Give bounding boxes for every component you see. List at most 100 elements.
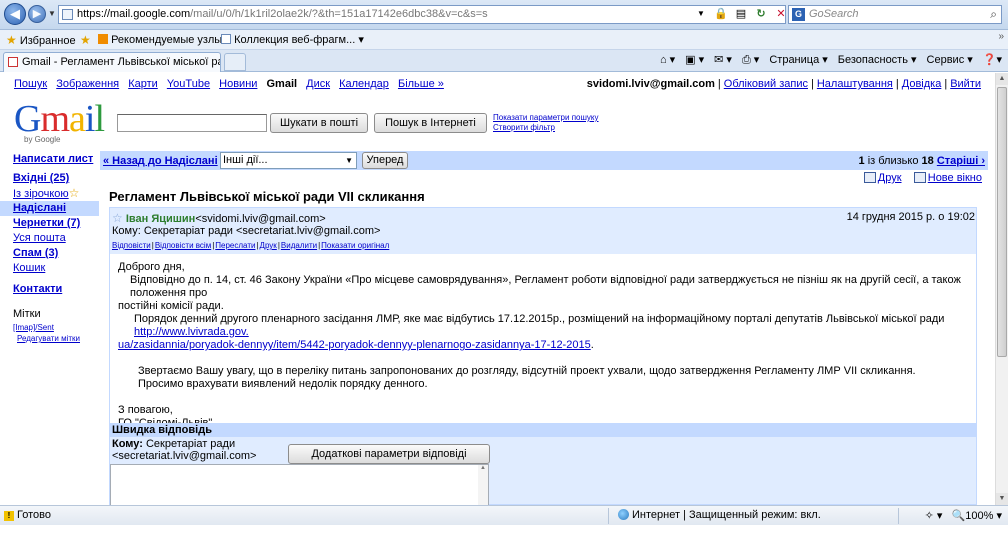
lvivrada-link[interactable]: http://www.lvivrada.gov.: [134, 326, 249, 338]
url-path: /mail/u/0/h/1k1ril2olae2k/?&th=151a17142…: [190, 8, 488, 20]
tools-menu[interactable]: Сервис ▾: [927, 53, 973, 67]
url-dropdown-icon[interactable]: ▼: [694, 6, 708, 22]
gbar-more[interactable]: Більше »: [398, 78, 444, 90]
fav-item-webslices[interactable]: Коллекция веб-фрагм... ▾: [221, 33, 364, 46]
home-icon[interactable]: ⌂ ▾: [660, 53, 675, 67]
favorites-star-icon: ★: [6, 33, 17, 47]
search-options: Показати параметри пошуку Створити фільт…: [493, 113, 599, 133]
sidebar-item-inbox[interactable]: Вхідні (25): [13, 171, 99, 186]
create-filter-link[interactable]: Створити фільтр: [493, 123, 599, 133]
stop-icon[interactable]: ✕: [774, 6, 788, 22]
sidebar-item-drafts[interactable]: Чернетки (7): [13, 216, 99, 231]
back-arrow-icon[interactable]: ◀: [4, 3, 26, 25]
help-link[interactable]: Довідка: [902, 78, 942, 90]
page-menu[interactable]: Страница ▾: [769, 53, 827, 67]
gbar-maps[interactable]: Карти: [128, 78, 158, 90]
security-menu[interactable]: Безопасность ▾: [838, 53, 917, 67]
history-dropdown-icon[interactable]: ▼: [48, 9, 56, 18]
refresh-icon[interactable]: ↻: [754, 6, 768, 22]
compose-link[interactable]: Написати лист: [13, 152, 99, 167]
message-header: ☆ Іван Яцишин<svidomi.lviv@gmail.com> 14…: [110, 208, 976, 254]
account-link[interactable]: Обліковий запис: [724, 78, 808, 90]
message-actions: Відповісти|Відповісти всім|Переслати|Дру…: [112, 241, 390, 250]
print-message-link[interactable]: Друк: [260, 241, 277, 250]
search-icon[interactable]: ⌕: [990, 6, 997, 23]
url-tools: ▼ 🔒 ▤ ↻ ✕: [694, 6, 788, 22]
more-reply-options-button[interactable]: Додаткові параметри відповіді: [288, 444, 490, 464]
tab-title: Gmail - Регламент Львівської міської рад…: [22, 56, 220, 68]
status-ready: ! Готово: [4, 509, 51, 521]
message-from: ☆ Іван Яцишин<svidomi.lviv@gmail.com>: [112, 211, 326, 225]
quick-reply-to: Кому: Секретаріат ради <secretariat.lviv…: [112, 438, 257, 462]
fav-item-suggested[interactable]: Рекомендуемые узлы ▾: [98, 33, 231, 46]
more-favorites-icon[interactable]: »: [998, 31, 1004, 42]
page-icon: [62, 9, 73, 20]
tab-bar: Gmail - Регламент Львівської міської рад…: [0, 50, 1008, 72]
sidebar-item-trash[interactable]: Кошик: [13, 261, 99, 276]
gbar-search[interactable]: Пошук: [14, 78, 47, 90]
older-link[interactable]: Старіші ›: [937, 155, 985, 167]
scroll-up-icon[interactable]: ▲: [996, 73, 1008, 85]
sender-email: <svidomi.lviv@gmail.com>: [195, 213, 326, 225]
gbar-images[interactable]: Зображення: [56, 78, 119, 90]
gbar-drive[interactable]: Диск: [306, 78, 330, 90]
url-field[interactable]: https://mail.google.com/mail/u/0/h/1k1ri…: [58, 5, 786, 24]
show-original-link[interactable]: Показати оригінал: [321, 241, 389, 250]
browser-search-input[interactable]: G GoSearch ⌕: [788, 5, 1002, 24]
quick-reply: Швидка відповідь Кому: Секретаріат ради …: [109, 423, 977, 505]
message-card: ☆ Іван Яцишин<svidomi.lviv@gmail.com> 14…: [109, 207, 977, 429]
scroll-thumb[interactable]: [997, 87, 1007, 357]
help-icon[interactable]: ❓▾: [983, 53, 1002, 67]
gmail-logo[interactable]: Gmail by Google: [14, 99, 110, 144]
forward-link[interactable]: Переслати: [215, 241, 255, 250]
mail-search-input[interactable]: [117, 114, 267, 132]
new-window-icon: [913, 172, 926, 183]
more-actions-select[interactable]: Інші дії... ▼: [220, 152, 357, 169]
gbar-calendar[interactable]: Календар: [339, 78, 389, 90]
forward-go-button[interactable]: Уперед: [362, 152, 408, 169]
print-icon[interactable]: ⎙ ▾: [742, 53, 759, 67]
lvivrada-link-cont[interactable]: ua/zasidannia/poryadok-dennyy/item/5442-…: [118, 339, 591, 351]
lock-icon[interactable]: 🔒: [714, 6, 728, 22]
gbar-news[interactable]: Новини: [219, 78, 257, 90]
page-scrollbar[interactable]: ▲ ▼: [995, 73, 1008, 505]
delete-link[interactable]: Видалити: [281, 241, 317, 250]
back-to-sent-link[interactable]: « Назад до Надіслані: [103, 155, 218, 167]
forward-arrow-icon[interactable]: ▶: [28, 5, 46, 23]
mail-icon[interactable]: ✉ ▾: [714, 53, 732, 67]
new-tab-button[interactable]: [224, 53, 246, 71]
print-link[interactable]: Друк: [863, 172, 902, 184]
quick-reply-textarea[interactable]: ▲: [110, 464, 489, 505]
add-favorite-icon[interactable]: ★: [80, 33, 91, 47]
chevron-down-icon: ▼: [345, 156, 353, 165]
edit-labels-link[interactable]: Редагувати мітки: [13, 333, 99, 344]
settings-link[interactable]: Налаштування: [817, 78, 893, 90]
star-icon: ☆: [68, 186, 80, 200]
sidebar-item-sent[interactable]: Надіслані: [0, 201, 99, 216]
search-engine-icon[interactable]: G: [792, 8, 805, 21]
body-paragraph-2: Порядок денний другого пленарного засіда…: [134, 313, 945, 338]
zoom-control[interactable]: ✧ ▾ 🔍100% ▾: [925, 509, 1002, 522]
search-web-button[interactable]: Пошук в Інтернеті: [374, 113, 487, 133]
sidebar-item-starred[interactable]: Із зірочкою☆: [13, 186, 99, 201]
compat-view-icon[interactable]: ▤: [734, 6, 748, 22]
contacts-link[interactable]: Контакти: [13, 282, 99, 297]
label-imap-sent[interactable]: [Imap]/Sent: [13, 322, 99, 333]
sidebar-item-spam[interactable]: Спам (3): [13, 246, 99, 261]
search-mail-button[interactable]: Шукати в пошті: [270, 113, 368, 133]
star-icon[interactable]: ☆: [112, 211, 123, 225]
gbar-youtube[interactable]: YouTube: [167, 78, 210, 90]
textarea-scrollbar[interactable]: ▲: [478, 465, 488, 505]
new-window-link[interactable]: Нове вікно: [913, 172, 982, 184]
logout-link[interactable]: Вийти: [950, 78, 981, 90]
security-zone[interactable]: Интернет | Защищенный режим: вкл.: [618, 509, 821, 521]
sidebar-item-all-mail[interactable]: Уся пошта: [13, 231, 99, 246]
message-tools: Друк Нове вікно: [863, 172, 982, 184]
scroll-down-icon[interactable]: ▼: [996, 493, 1008, 505]
reply-all-link[interactable]: Відповісти всім: [155, 241, 211, 250]
tab-gmail[interactable]: Gmail - Регламент Львівської міської рад…: [3, 52, 221, 72]
reply-link[interactable]: Відповісти: [112, 241, 151, 250]
show-search-options-link[interactable]: Показати параметри пошуку: [493, 113, 599, 123]
feeds-icon[interactable]: ▣ ▾: [685, 53, 704, 67]
favorites-button[interactable]: ★ Избранное: [6, 33, 76, 47]
